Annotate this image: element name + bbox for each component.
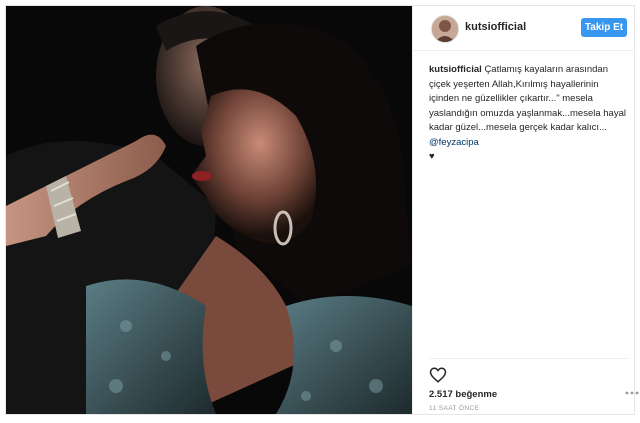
- post-caption: kutsiofficial Çatlamış kayaların arasınd…: [429, 63, 629, 165]
- caption-emoji: ♥: [429, 151, 435, 162]
- more-options-icon[interactable]: [625, 389, 639, 397]
- post-header: kutsiofficial Takip Et: [413, 6, 635, 51]
- post-actions: 2.517 beğenme 11 SAAT ÖNCE: [429, 358, 639, 412]
- post-photo-illustration: [6, 6, 412, 414]
- post-photo[interactable]: [6, 6, 412, 414]
- mention-link[interactable]: @feyzacipa: [429, 137, 479, 148]
- avatar-image: [432, 16, 458, 42]
- post-sidebar: kutsiofficial Takip Et kutsiofficial Çat…: [412, 6, 639, 414]
- instagram-post-card: kutsiofficial Takip Et kutsiofficial Çat…: [5, 5, 639, 415]
- avatar[interactable]: [431, 15, 459, 43]
- post-timestamp: 11 SAAT ÖNCE: [429, 405, 480, 412]
- follow-button[interactable]: Takip Et: [581, 18, 627, 37]
- heart-outline-icon[interactable]: [429, 366, 447, 384]
- likes-count[interactable]: 2.517 beğenme: [429, 389, 497, 400]
- username-link[interactable]: kutsiofficial: [465, 21, 526, 33]
- caption-username-link[interactable]: kutsiofficial: [429, 64, 482, 75]
